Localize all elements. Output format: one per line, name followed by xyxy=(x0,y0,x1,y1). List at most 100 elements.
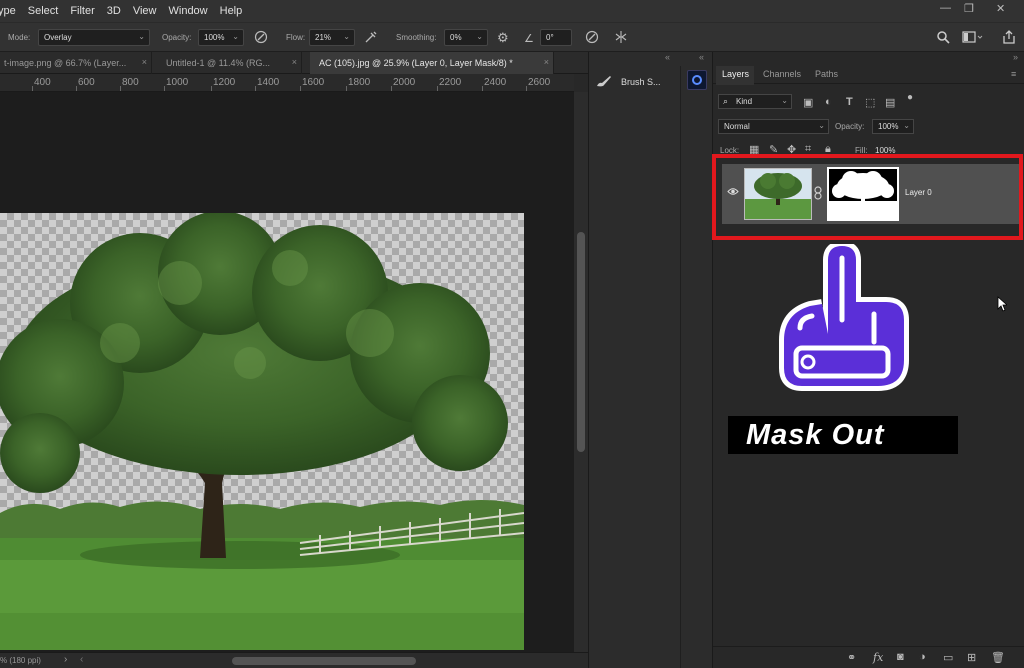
tab-untitled-1[interactable]: Untitled-1 @ 11.4% (RG... × xyxy=(162,52,302,74)
pressure-opacity-icon[interactable] xyxy=(254,30,268,47)
chevron-down-icon: ⌄ xyxy=(232,32,239,41)
layer-opacity-field[interactable]: 100% ⌄ xyxy=(872,119,914,134)
menu-view[interactable]: View xyxy=(127,5,163,17)
mode-label: Mode: xyxy=(8,33,31,42)
filter-toggle-icon[interactable]: ● xyxy=(907,92,913,103)
smart-object-filter-icon[interactable]: ▤ xyxy=(885,96,895,109)
tab-channels[interactable]: Channels xyxy=(763,69,801,79)
menu-bar: ype Select Filter 3D View Window Help — … xyxy=(0,0,1024,22)
tab-layers[interactable]: Layers xyxy=(722,69,749,79)
smoothing-field[interactable]: 0% ⌄ xyxy=(444,29,488,46)
brush-preset-button[interactable] xyxy=(687,70,707,90)
flow-field[interactable]: 21% ⌄ xyxy=(309,29,355,46)
mode-value: Overlay xyxy=(44,33,72,42)
type-filter-icon[interactable]: T xyxy=(846,96,853,108)
status-bar: % (180 ppi) › ‹ xyxy=(0,652,588,668)
minimize-icon[interactable]: — xyxy=(940,2,951,14)
expand-icon[interactable]: » xyxy=(1013,52,1018,62)
ruler-label: 600 xyxy=(78,77,95,88)
brush-icon xyxy=(595,74,613,90)
filter-kind-select[interactable]: ⌕ Kind ⌄ xyxy=(718,94,792,109)
brush-settings-item[interactable]: Brush S... xyxy=(595,74,661,90)
share-icon[interactable] xyxy=(1002,30,1016,47)
search-icon: ⌕ xyxy=(723,96,729,106)
pointing-hand-icon xyxy=(778,241,910,392)
symmetry-icon[interactable] xyxy=(614,30,628,47)
blend-mode-select[interactable]: Normal ⌄ xyxy=(718,119,829,134)
mode-select[interactable]: Overlay ⌄ xyxy=(38,29,150,46)
chevron-down-icon: ⌄ xyxy=(476,32,483,41)
pixel-filter-icon[interactable]: ▣ xyxy=(803,96,813,109)
layers-footer: ⚭ fx ◙ ◑ ▭ ⊞ 🗑︎ xyxy=(713,646,1024,668)
ruler-tick xyxy=(164,86,165,91)
airbrush-icon[interactable] xyxy=(364,30,378,47)
ruler-label: 1400 xyxy=(257,77,280,88)
panel-menu-icon[interactable]: ≡ xyxy=(1011,69,1016,79)
menu-type[interactable]: ype xyxy=(0,5,22,17)
close-icon[interactable]: × xyxy=(142,57,147,67)
ruler-label: 1600 xyxy=(302,77,325,88)
ruler-label: 1800 xyxy=(348,77,371,88)
search-icon[interactable] xyxy=(936,30,950,47)
panel-column xyxy=(589,66,681,668)
close-icon[interactable]: ✕ xyxy=(996,2,1005,15)
smoothing-label: Smoothing: xyxy=(396,33,437,42)
add-mask-icon[interactable]: ◙ xyxy=(897,651,904,663)
menu-window[interactable]: Window xyxy=(163,5,214,17)
circle-icon xyxy=(692,75,702,85)
ruler-tick xyxy=(346,86,347,91)
horizontal-scrollbar-thumb[interactable] xyxy=(232,657,416,665)
layer-highlight-box xyxy=(712,154,1023,240)
ruler-tick xyxy=(482,86,483,91)
adjustment-layer-icon[interactable]: ◑ xyxy=(919,651,926,663)
chevron-down-icon: ⌄ xyxy=(781,96,788,105)
pressure-size-icon[interactable] xyxy=(585,30,599,47)
angle-icon: ∠ xyxy=(524,33,534,45)
tab-label: Untitled-1 @ 11.4% (RG... xyxy=(166,58,271,68)
close-icon[interactable]: × xyxy=(292,57,297,67)
options-bar: Mode: Overlay ⌄ Opacity: 100% ⌄ Flow: 21… xyxy=(0,22,1024,52)
ruler-tick xyxy=(211,86,212,91)
tab-image-png[interactable]: t-image.png @ 66.7% (Layer... × xyxy=(0,52,152,74)
vertical-scrollbar[interactable] xyxy=(574,92,588,652)
ruler-tick xyxy=(255,86,256,91)
collapse-icon[interactable]: « xyxy=(665,52,670,62)
shape-filter-icon[interactable]: ⬚ xyxy=(865,96,875,109)
ruler-tick xyxy=(32,86,33,91)
gear-icon[interactable]: ⚙ xyxy=(497,30,509,46)
opacity-field[interactable]: 100% ⌄ xyxy=(198,29,244,46)
menu-filter[interactable]: Filter xyxy=(64,5,100,17)
collapse-icon[interactable]: « xyxy=(699,52,704,62)
ruler-label: 2600 xyxy=(528,77,551,88)
document-canvas[interactable] xyxy=(0,92,574,652)
workspace-icon[interactable] xyxy=(962,30,984,47)
scroll-left-icon[interactable]: ‹ xyxy=(80,654,83,665)
flow-label: Flow: xyxy=(286,33,306,42)
tab-ac-105-jpg[interactable]: AC (105).jpg @ 25.9% (Layer 0, Layer Mas… xyxy=(310,52,554,74)
trash-icon[interactable]: 🗑︎ xyxy=(991,651,1005,664)
status-arrow-icon[interactable]: › xyxy=(64,654,67,665)
angle-field[interactable]: 0° xyxy=(540,29,572,46)
ruler-tick xyxy=(391,86,392,91)
scrollbar-thumb[interactable] xyxy=(577,232,585,452)
folder-icon[interactable]: ▭ xyxy=(943,651,953,664)
link-layers-icon[interactable]: ⚭ xyxy=(847,651,856,664)
ruler-label: 400 xyxy=(34,77,51,88)
menu-select[interactable]: Select xyxy=(22,5,65,17)
cursor-arrow-icon xyxy=(997,296,1009,314)
menu-3d[interactable]: 3D xyxy=(101,5,127,17)
close-icon[interactable]: × xyxy=(544,57,549,67)
ruler-label: 2000 xyxy=(393,77,416,88)
ruler-tick xyxy=(526,86,527,91)
ruler-tick xyxy=(120,86,121,91)
menu-help[interactable]: Help xyxy=(214,5,249,17)
fx-icon[interactable]: fx xyxy=(873,651,883,664)
chevron-down-icon: ⌄ xyxy=(343,32,350,41)
tab-paths[interactable]: Paths xyxy=(815,69,838,79)
tree-image-layer[interactable] xyxy=(0,213,524,650)
restore-icon[interactable]: ❐ xyxy=(964,2,974,15)
chevron-down-icon: ⌄ xyxy=(818,121,825,130)
adjustment-filter-icon[interactable]: ◐ xyxy=(825,96,832,108)
new-layer-icon[interactable]: ⊞ xyxy=(967,651,976,664)
flow-value: 21% xyxy=(315,33,332,42)
